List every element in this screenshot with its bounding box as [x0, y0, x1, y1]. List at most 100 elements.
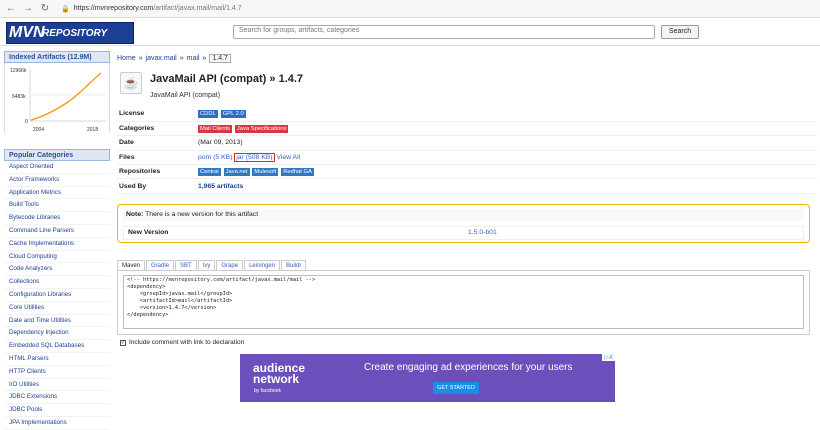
popular-categories: Popular Categories Aspect Oriented Actor… [4, 149, 110, 430]
new-version-link[interactable]: 1.5.0-b01 [468, 229, 497, 236]
search-button[interactable]: Search [661, 25, 699, 39]
category-item[interactable]: Application Metrics [4, 187, 110, 200]
category-item[interactable]: Aspect Oriented [4, 161, 110, 174]
license-chip[interactable]: CDDL [198, 109, 218, 118]
category-item[interactable]: JDBC Extensions [4, 391, 110, 405]
jar-file-link[interactable]: jar (508 KB) [234, 152, 275, 162]
audience-network-logo: audience network [253, 361, 306, 386]
category-item[interactable]: Core Utilities [4, 302, 110, 315]
license-values: CDDL GPL 2.0 [198, 107, 817, 122]
dependency-tabs: Maven Gradle SBT Ivy Grape Leiningen Bui… [117, 260, 307, 270]
declaration-checkbox[interactable]: ✓ [120, 339, 126, 346]
category-item[interactable]: HTTP Clients [4, 366, 110, 379]
facebook-byline: by facebook [254, 388, 281, 394]
category-item[interactable]: Build Tools [4, 199, 110, 213]
date-value: (Mar 09, 2013) [198, 135, 817, 151]
category-item[interactable]: Cache Implementations [4, 238, 110, 251]
breadcrumb-separator: » [138, 54, 143, 62]
url-domain: https://mvnrepository.com [73, 5, 154, 12]
tab-sbt[interactable]: SBT [175, 260, 197, 270]
chart-y-tick: 0 [25, 119, 28, 125]
categories-values: Mail Clients Java Specifications [198, 121, 817, 137]
chart-line [30, 72, 102, 121]
tab-maven[interactable]: Maven [117, 260, 146, 270]
category-item[interactable]: Command Line Parsers [4, 225, 110, 238]
new-version-label: New Version [128, 229, 169, 236]
breadcrumb: Home » javax.mail » mail » 1.4.7 [117, 52, 817, 64]
chart-y-tick: 6483k [12, 94, 26, 100]
ad-headline: Create engaging ad experiences for your … [364, 362, 573, 373]
page-title: JavaMail API (compat) » 1.4.7 [150, 73, 304, 85]
repository-chip[interactable]: Central [198, 167, 221, 176]
view-all-link[interactable]: View All [276, 154, 300, 161]
details-row-license: License CDDL GPL 2.0 [117, 107, 817, 122]
chart-x-tick: 2004 [33, 127, 44, 133]
artifact-subtitle: JavaMail API (compat) [150, 92, 221, 99]
tab-leiningen[interactable]: Leiningen [244, 260, 281, 270]
artifact-growth-chart: 12966k 6483k 0 2004 2018 [10, 68, 106, 133]
category-list: Aspect Oriented Actor Frameworks Applica… [4, 161, 110, 430]
ad-choices-icon[interactable]: ▷X [602, 354, 615, 361]
repository-chip[interactable]: Java.net [223, 167, 250, 176]
lock-icon: 🔒 [61, 5, 70, 13]
breadcrumb-home[interactable]: Home [117, 55, 136, 62]
category-item[interactable]: Collections [4, 276, 110, 289]
category-item[interactable]: Dependency Injection [4, 327, 110, 341]
chart-x-tick: 2018 [87, 127, 98, 133]
used-by-link[interactable]: 1,965 artifacts [198, 183, 243, 190]
breadcrumb-group[interactable]: javax.mail [146, 55, 177, 62]
declaration-option[interactable]: ✓ Include comment with link to declarati… [120, 339, 244, 346]
details-row-files: Files pom (5 KB) jar (508 KB) View All [117, 150, 817, 166]
breadcrumb-artifact[interactable]: mail [187, 55, 200, 62]
category-chip[interactable]: Java Specifications [234, 124, 289, 133]
tab-gradle[interactable]: Gradle [146, 260, 175, 270]
category-item[interactable]: Configuration Libraries [4, 289, 110, 302]
category-item[interactable]: Cloud Computing [4, 251, 110, 264]
artifact-title-block: ☕ JavaMail API (compat) » 1.4.7 JavaMail… [117, 69, 817, 101]
category-item[interactable]: Actor Frameworks [4, 174, 110, 187]
declaration-label: Include comment with link to declaration [129, 339, 245, 346]
details-row-categories: Categories Mail Clients Java Specificati… [117, 121, 817, 137]
license-chip[interactable]: GPL 2.0 [220, 109, 246, 118]
logo-text-big: MVN [9, 24, 45, 41]
tab-buildr[interactable]: Buildr [281, 260, 307, 270]
dependency-code-textarea[interactable]: <!-- https://mvnrepository.com/artifact/… [123, 275, 804, 329]
repository-chip[interactable]: Redhat GA [281, 167, 314, 176]
audience-network-ad[interactable]: ▷X audience network by facebook Create e… [240, 354, 615, 402]
category-item[interactable]: Date and Time Utilities [4, 315, 110, 328]
note-text-line: Note: There is a new version for this ar… [123, 209, 804, 221]
indexed-artifacts-chart: 12966k 6483k 0 2004 2018 [4, 63, 110, 133]
reload-icon[interactable]: ↻ [39, 3, 51, 15]
forward-icon[interactable]: → [22, 3, 34, 15]
new-version-notice: Note: There is a new version for this ar… [117, 204, 810, 243]
browser-toolbar: ← → ↻ 🔒 https://mvnrepository.com /artif… [0, 0, 820, 18]
category-item[interactable]: JDBC Pools [4, 404, 110, 417]
category-item[interactable]: Embedded SQL Databases [4, 340, 110, 353]
details-row-date: Date (Mar 09, 2013) [117, 135, 817, 151]
artifact-details-table: License CDDL GPL 2.0 Categories Mail Cli… [117, 107, 817, 194]
categories-label: Categories [117, 121, 198, 137]
category-item[interactable]: Code Analyzers [4, 263, 110, 277]
breadcrumb-separator: » [202, 54, 207, 62]
get-started-button[interactable]: GET STARTED [433, 382, 479, 394]
repositories-values: Central Java.net Mulesoft Redhat GA [198, 164, 817, 180]
search-input[interactable]: Search for groups, artifacts, categories [233, 25, 655, 39]
files-values: pom (5 KB) jar (508 KB) View All [198, 150, 817, 166]
details-row-repositories: Repositories Central Java.net Mulesoft R… [117, 164, 817, 180]
note-text: There is a new version for this artifact [143, 211, 259, 218]
category-item[interactable]: I/O Utilities [4, 379, 110, 392]
pom-file-link[interactable]: pom (5 KB) [198, 154, 232, 161]
breadcrumb-separator: » [179, 54, 184, 62]
tab-grape[interactable]: Grape [216, 260, 244, 270]
repository-chip[interactable]: Mulesoft [252, 167, 279, 176]
logo-text-small: REPOSITORY [42, 28, 108, 39]
category-chip[interactable]: Mail Clients [198, 124, 232, 133]
category-item[interactable]: HTML Parsers [4, 353, 110, 366]
mvnrepository-logo[interactable]: MVN REPOSITORY [6, 22, 134, 44]
license-label: License [117, 107, 198, 122]
main-content: Home » javax.mail » mail » 1.4.7 ☕ JavaM… [117, 52, 817, 402]
address-bar[interactable]: 🔒 https://mvnrepository.com /artifact/ja… [61, 3, 242, 15]
tab-ivy[interactable]: Ivy [197, 260, 216, 270]
category-item[interactable]: Bytecode Libraries [4, 212, 110, 225]
back-icon[interactable]: ← [5, 3, 17, 15]
